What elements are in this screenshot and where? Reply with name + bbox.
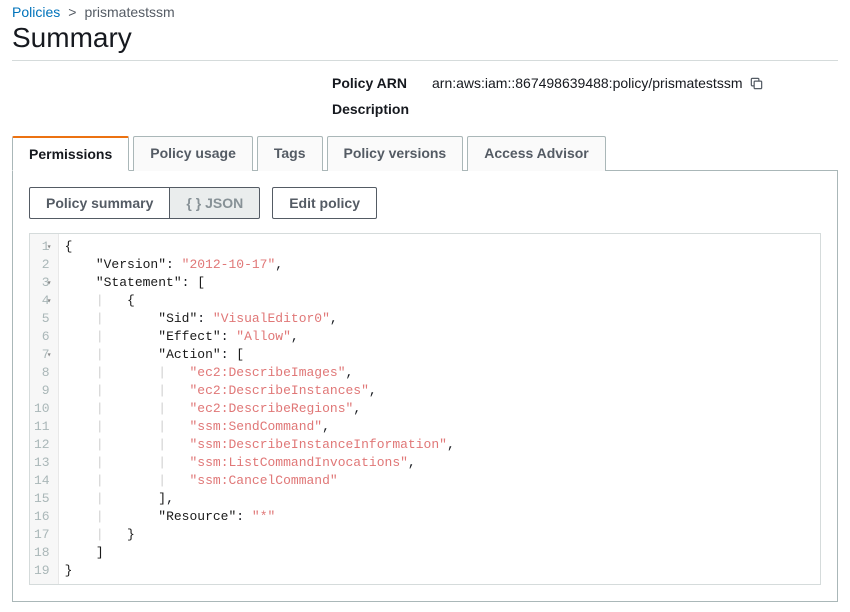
policy-arn-label: Policy ARN xyxy=(332,75,432,91)
page-title: Summary xyxy=(12,22,838,54)
tab-content-permissions: Policy summary { } JSON Edit policy 1234… xyxy=(12,171,838,602)
editor-gutter: 12345678910111213141516171819 xyxy=(30,234,59,584)
policy-meta: Policy ARN arn:aws:iam::867498639488:pol… xyxy=(332,75,838,117)
json-editor: 12345678910111213141516171819 { "Version… xyxy=(29,233,821,585)
tab-tags[interactable]: Tags xyxy=(257,136,323,171)
chevron-right-icon: > xyxy=(68,4,76,20)
divider xyxy=(12,60,838,61)
tab-policy-usage[interactable]: Policy usage xyxy=(133,136,253,171)
json-view-button[interactable]: { } JSON xyxy=(170,187,260,219)
breadcrumb-root-link[interactable]: Policies xyxy=(12,4,60,20)
policy-view-toolbar: Policy summary { } JSON Edit policy xyxy=(29,187,821,219)
breadcrumb: Policies > prismatestssm xyxy=(12,4,838,22)
editor-code[interactable]: { "Version": "2012-10-17", "Statement": … xyxy=(59,234,820,584)
tab-policy-versions[interactable]: Policy versions xyxy=(327,136,464,171)
policy-summary-button[interactable]: Policy summary xyxy=(29,187,170,219)
policy-arn-value: arn:aws:iam::867498639488:policy/prismat… xyxy=(432,75,743,91)
view-toggle-group: Policy summary { } JSON xyxy=(29,187,260,219)
description-label: Description xyxy=(332,101,432,117)
tab-access-advisor[interactable]: Access Advisor xyxy=(467,136,606,171)
tab-permissions[interactable]: Permissions xyxy=(12,136,129,171)
tab-bar: Permissions Policy usage Tags Policy ver… xyxy=(12,135,838,171)
breadcrumb-current: prismatestssm xyxy=(84,4,174,20)
copy-icon[interactable] xyxy=(749,75,765,91)
edit-policy-button[interactable]: Edit policy xyxy=(272,187,377,219)
